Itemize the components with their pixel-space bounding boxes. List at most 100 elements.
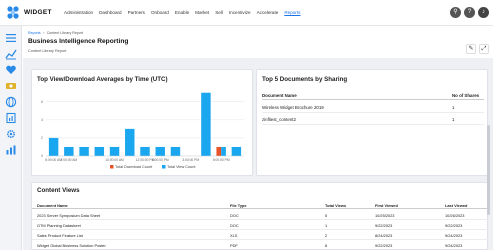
bar <box>231 146 242 156</box>
bar <box>221 146 226 156</box>
document-name: Wireless Widget Brochure 2019 <box>262 105 324 110</box>
help-icon[interactable]: ? <box>464 7 475 18</box>
globe-icon[interactable] <box>5 96 17 108</box>
nav-onboard[interactable]: Onboard <box>151 10 169 15</box>
col-last-viewed[interactable]: Last Viewed <box>445 203 467 208</box>
nav-incentivize[interactable]: Incentivize <box>229 10 251 15</box>
content-views-header: Document Name File Type Total Views Firs… <box>32 200 488 209</box>
bar <box>48 137 59 156</box>
last-viewed: 9/22/2023 <box>445 222 463 228</box>
share-count: 1 <box>452 105 455 110</box>
widget-logo[interactable] <box>5 5 21 21</box>
bar <box>109 146 120 156</box>
breadcrumb-current: Content Library Report <box>46 31 84 35</box>
total-views: 2 <box>325 232 328 238</box>
table-row[interactable]: Sales Product Feature List XLS 2 8/24/20… <box>32 230 488 240</box>
first-viewed: 9/22/2023 <box>375 222 393 228</box>
last-viewed: 9/24/2023 <box>445 232 463 238</box>
x-tick-label: 10:00:00 AM <box>105 158 124 162</box>
page-title: Business Intelligence Reporting <box>28 38 129 45</box>
first-viewed: 8/24/2023 <box>375 232 393 238</box>
file-type: PDF <box>230 242 238 248</box>
top-bar: WIDGET Administration Dashboard Partners… <box>0 0 493 26</box>
table-row[interactable]: zinfliest_content2 1 <box>262 114 484 125</box>
share-count: 1 <box>452 117 455 122</box>
bar <box>155 146 165 156</box>
content-views-card: Content Views Document Name File Type To… <box>31 182 488 250</box>
table-row[interactable]: 2023 Server Symposium Data Sheet DOC 5 1… <box>32 210 488 220</box>
nav-administration[interactable]: Administration <box>64 10 93 15</box>
y-tick-label: 6 <box>41 100 43 104</box>
first-viewed: 9/22/2023 <box>375 242 393 248</box>
col-file-type[interactable]: File Type <box>230 203 247 208</box>
bar <box>201 92 211 156</box>
money-icon[interactable] <box>5 80 17 92</box>
document-name: Sales Product Feature List <box>37 232 83 238</box>
main-nav: Administration Dashboard Partners Onboar… <box>64 10 306 15</box>
col-document-name[interactable]: Document Name <box>262 93 297 98</box>
document-name: 2023 Server Symposium Data Sheet <box>37 212 101 218</box>
page-subtitle: Content Library Report <box>28 49 67 53</box>
col-no-of-shares[interactable]: No of Shares <box>452 93 479 98</box>
page-scrollbar[interactable] <box>487 125 490 215</box>
col-document-name[interactable]: Document Name <box>37 203 68 208</box>
heart-icon[interactable] <box>5 64 17 76</box>
breadcrumb-reports[interactable]: Reports <box>28 31 41 35</box>
chart-icon[interactable] <box>5 48 17 60</box>
nav-partners[interactable]: Partners <box>128 10 145 15</box>
document-name: Widget Global Business Solution Poster <box>37 242 106 248</box>
bar <box>140 146 150 156</box>
legend-label: Total View Count <box>167 165 196 169</box>
bar <box>125 128 135 156</box>
total-views: 5 <box>325 212 328 218</box>
col-total-views[interactable]: Total Views <box>325 203 346 208</box>
last-viewed: 10/26/2023 <box>445 212 465 218</box>
bar <box>170 146 181 156</box>
table-row[interactable]: Widget Global Business Solution Poster P… <box>32 240 488 250</box>
gear-icon[interactable] <box>5 128 17 140</box>
edit-icon[interactable]: ✎ <box>466 44 476 54</box>
breadcrumb-separator: > <box>42 31 45 35</box>
last-viewed: 9/24/2023 <box>445 242 463 248</box>
bell-icon[interactable]: ♪ <box>478 7 489 18</box>
nav-market[interactable]: Market <box>195 10 209 15</box>
nav-reports[interactable]: Reports <box>284 10 300 15</box>
table-row[interactable]: GTM Planning Datasheet DOC 1 9/22/2023 9… <box>32 220 488 230</box>
total-views: 8 <box>325 242 328 248</box>
report-icon[interactable] <box>5 112 17 124</box>
y-tick-label: 2 <box>41 136 43 140</box>
chart-card: Top View/Download Averages by Time (UTC)… <box>31 69 253 176</box>
analytics-icon[interactable] <box>5 144 17 156</box>
report-content: Top View/Download Averages by Time (UTC)… <box>23 58 493 250</box>
nav-dashboard[interactable]: Dashboard <box>99 10 121 15</box>
sidebar <box>0 26 22 250</box>
first-viewed: 10/25/2023 <box>375 212 395 218</box>
x-tick-label: 1:00:00 PM <box>152 158 169 162</box>
legend-label: Total Download Count <box>115 165 153 169</box>
col-first-viewed[interactable]: First Viewed <box>375 203 398 208</box>
table-row[interactable]: Wireless Widget Brochure 2019 1 <box>262 102 484 113</box>
nav-sell[interactable]: Sell <box>215 10 223 15</box>
bar-chart: 02466:00:00 AM7:00:00 AM 10:00:00 AM 12:00… <box>41 92 244 169</box>
top5-card: Top 5 Documents by Sharing Document Name… <box>256 69 488 176</box>
x-tick-label: 7:00:00 AM <box>61 158 78 162</box>
bar <box>94 146 105 156</box>
expand-icon[interactable]: ⤢ <box>479 44 489 54</box>
x-tick-label: 5:00:00 PM <box>213 158 230 162</box>
list-icon[interactable] <box>5 32 17 44</box>
bar <box>79 146 89 156</box>
bar <box>216 146 222 156</box>
file-type: DOC <box>230 212 239 218</box>
nav-accelerate[interactable]: Accelerate <box>257 10 279 15</box>
nav-enable[interactable]: Enable <box>175 10 189 15</box>
x-tick-label: 3:00:00 PM <box>182 158 199 162</box>
file-type: DOC <box>230 222 239 228</box>
top5-title: Top 5 Documents by Sharing <box>262 76 348 83</box>
content-views-title: Content Views <box>37 187 80 194</box>
total-views: 1 <box>325 222 328 228</box>
document-name: zinfliest_content2 <box>262 117 296 122</box>
document-name: GTM Planning Datasheet <box>37 222 81 228</box>
top5-header: Document Name No of Shares <box>262 90 484 100</box>
legend-swatch <box>110 165 114 169</box>
search-icon[interactable]: ⚲ <box>450 7 461 18</box>
